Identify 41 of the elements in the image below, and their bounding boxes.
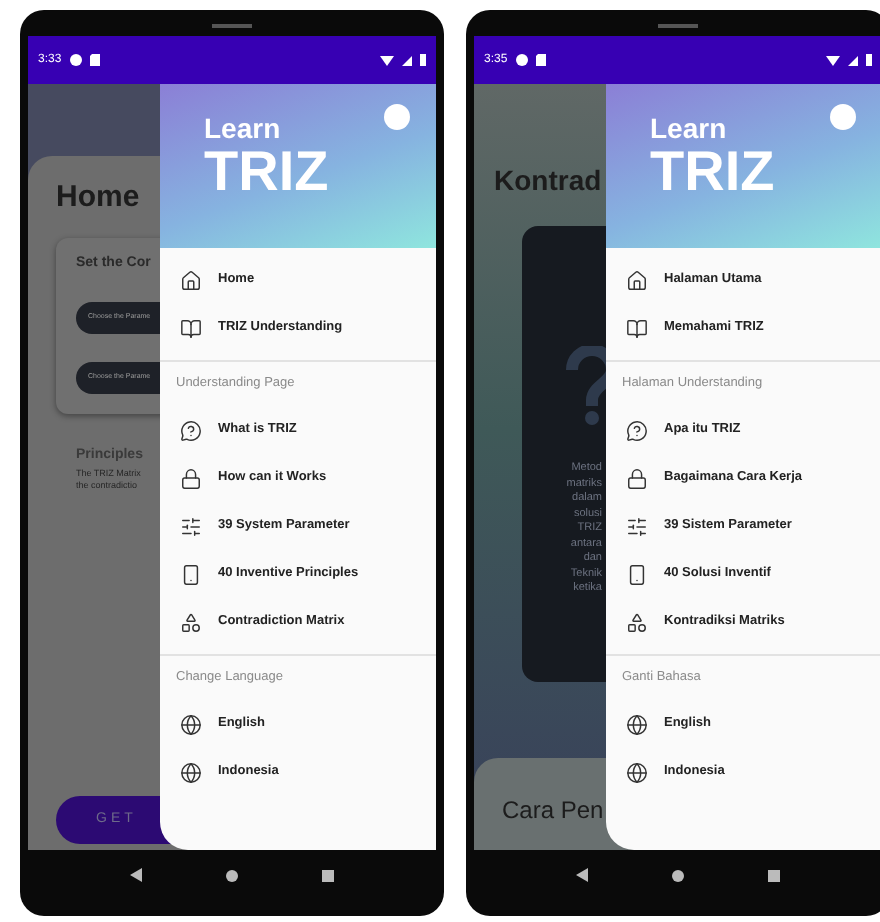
sliders-icon [626,515,648,537]
phone-icon [180,563,202,585]
home-button-icon[interactable] [672,869,684,881]
shapes-icon [180,611,202,633]
globe-icon [180,713,202,735]
status-app-icon [515,54,528,66]
lock-icon [626,467,648,489]
brand-subtitle: Learn [204,112,281,144]
question-bubble-icon [626,419,648,441]
phone-icon [626,563,648,585]
globe-icon [626,761,648,783]
shapes-icon [626,611,648,633]
question-bubble-icon [180,419,202,441]
globe-icon [626,713,648,735]
page-title: Home [56,178,142,218]
brand-title: TRIZ [204,144,329,200]
recents-icon[interactable] [768,869,780,881]
book-icon [626,317,648,339]
lock-icon [180,467,202,489]
battery-icon [420,54,426,66]
sd-card-icon [89,54,100,66]
globe-icon [180,761,202,783]
sd-card-icon [535,54,546,66]
card-title: Cara Pen [502,796,604,824]
status-app-icon [69,54,82,66]
sliders-icon [180,515,202,537]
brand-subtitle: Learn [650,112,727,144]
brand-title: TRIZ [650,144,775,200]
wifi-icon [380,55,394,65]
wifi-icon [826,55,840,65]
battery-icon [866,54,872,66]
signal-icon [402,55,412,65]
home-button-icon[interactable] [226,869,238,881]
page-title: Kontrad [494,162,602,200]
home-icon [626,269,648,291]
back-icon[interactable] [576,868,588,882]
book-icon [180,317,202,339]
back-icon[interactable] [130,868,142,882]
home-icon [180,269,202,291]
recents-icon[interactable] [322,869,334,881]
signal-icon [848,55,858,65]
